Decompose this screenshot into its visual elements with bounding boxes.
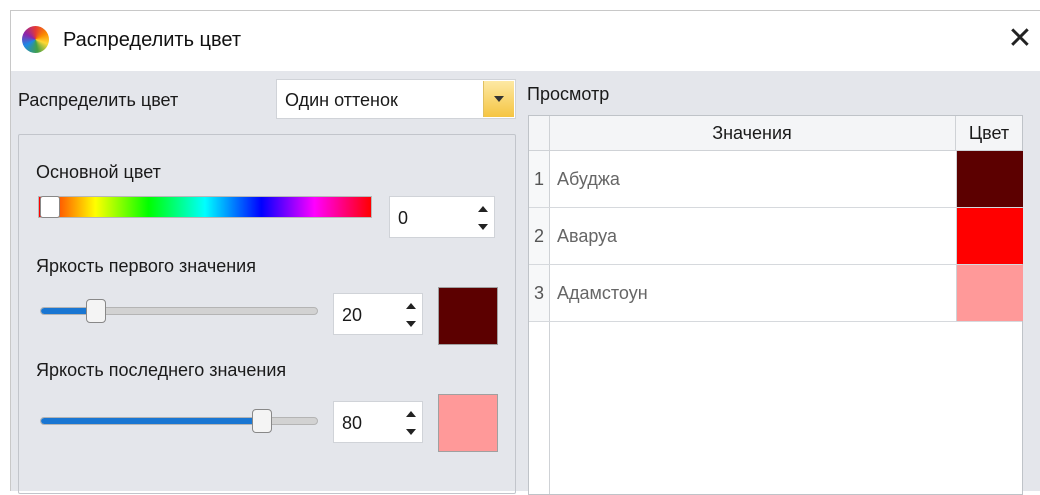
last-color-swatch[interactable]	[438, 394, 498, 452]
last-brightness-slider[interactable]	[40, 417, 318, 425]
spin-arrows-icon[interactable]	[478, 206, 488, 230]
distribution-mode-value: Один оттенок	[285, 90, 398, 110]
spin-arrows-icon[interactable]	[406, 411, 416, 435]
table-row[interactable]: 1 Абуджа	[529, 151, 1023, 208]
first-brightness-label: Яркость первого значения	[36, 256, 256, 276]
table-header: Значения Цвет	[529, 116, 1022, 151]
preview-table: Значения Цвет 1 Абуджа 2 Аваруа 3 Адамст…	[528, 115, 1023, 495]
window-title: Распределить цвет	[63, 29, 242, 51]
row-color-swatch[interactable]	[956, 151, 1023, 207]
first-brightness-thumb[interactable]	[85, 299, 106, 323]
row-color-swatch[interactable]	[956, 208, 1023, 264]
row-color-swatch[interactable]	[956, 265, 1023, 321]
column-header-color[interactable]: Цвет	[956, 116, 1022, 150]
row-value: Аваруа	[557, 226, 617, 246]
row-value: Адамстоун	[557, 283, 648, 303]
last-brightness-spinbox[interactable]: 80	[333, 401, 423, 443]
row-number: 1	[529, 151, 550, 207]
first-brightness-spinbox[interactable]: 20	[333, 293, 423, 335]
column-header-values[interactable]: Значения	[549, 116, 956, 150]
hue-slider-thumb[interactable]	[40, 196, 60, 218]
hue-slider[interactable]	[38, 196, 372, 218]
table-row[interactable]: 2 Аваруа	[529, 208, 1023, 265]
last-brightness-thumb[interactable]	[252, 409, 273, 433]
hue-value: 0	[398, 208, 409, 228]
chevron-down-icon[interactable]	[483, 81, 514, 117]
preview-label: Просмотр	[527, 84, 610, 104]
spin-arrows-icon[interactable]	[406, 303, 416, 327]
close-button[interactable]: ✕	[1003, 23, 1037, 57]
color-wheel-icon	[22, 26, 49, 53]
row-header-divider	[549, 322, 550, 494]
row-number: 2	[529, 208, 550, 264]
distribution-mode-select[interactable]: Один оттенок	[276, 79, 516, 119]
distribute-color-label: Распределить цвет	[18, 90, 179, 110]
row-value: Абуджа	[557, 169, 620, 189]
header-corner	[529, 116, 550, 150]
table-row[interactable]: 3 Адамстоун	[529, 265, 1023, 322]
first-brightness-value: 20	[342, 305, 363, 325]
row-number: 3	[529, 265, 550, 321]
last-brightness-fill	[41, 418, 264, 424]
hue-spinbox[interactable]: 0	[389, 196, 495, 238]
title-bar: Распределить цвет ✕	[11, 11, 1040, 71]
first-color-swatch[interactable]	[438, 287, 498, 345]
last-brightness-value: 80	[342, 413, 363, 433]
first-brightness-slider[interactable]	[40, 307, 318, 315]
base-color-label: Основной цвет	[36, 162, 161, 182]
last-brightness-label: Яркость последнего значения	[36, 360, 287, 380]
